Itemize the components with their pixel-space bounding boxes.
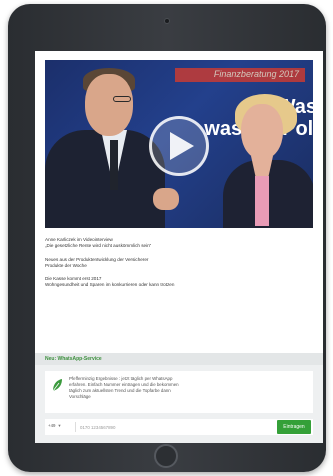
signup-form: +49 ▼ Eintragen — [45, 419, 313, 435]
message-line: Vorschläge — [69, 394, 91, 399]
tablet-frame: Finanzberatung 2017 Was was die Politi — [8, 4, 326, 472]
play-button[interactable] — [149, 116, 209, 176]
article-subtitle: „Die gesetzliche Rente wird nicht ausköm… — [45, 243, 152, 249]
play-icon — [170, 132, 194, 160]
leaf-icon — [52, 379, 62, 392]
interviewer-hand — [153, 188, 179, 210]
section-header: Neu: WhatsApp-Service — [35, 353, 323, 365]
chevron-down-icon: ▼ — [57, 423, 62, 428]
interviewer-tie — [110, 140, 118, 190]
home-button[interactable] — [154, 444, 178, 468]
article-item[interactable]: Anne Karliczek im Videointerview „Die ge… — [45, 237, 313, 250]
article-subtitle: Wohngesundheit und Sparen im konkurriere… — [45, 282, 175, 288]
interviewee-head — [241, 104, 283, 160]
article-subtitle: Produkte der Woche — [45, 262, 87, 268]
interviewer-head — [85, 74, 133, 136]
submit-button[interactable]: Eintragen — [277, 420, 311, 434]
whatsapp-message: Pfefferminzig Ergebnisse : jetzt täglich… — [45, 371, 313, 413]
camera-icon — [164, 18, 170, 24]
video-player[interactable]: Finanzberatung 2017 Was was die Politi — [45, 60, 313, 228]
interviewee-top — [255, 176, 269, 226]
article-list: Anne Karliczek im Videointerview „Die ge… — [45, 237, 313, 296]
interviewer-glasses — [113, 96, 131, 102]
country-code: +49 — [48, 423, 56, 428]
message-text: Pfefferminzig Ergebnisse : jetzt täglich… — [69, 376, 299, 400]
phone-number-input[interactable] — [75, 422, 271, 432]
article-item[interactable]: Neues aus der Produktentwicklung der Ver… — [45, 257, 313, 270]
video-banner: Finanzberatung 2017 — [175, 68, 305, 82]
whatsapp-service-section: Neu: WhatsApp-Service Pfefferminzig Erge… — [35, 353, 323, 443]
country-code-select[interactable]: +49 ▼ — [48, 423, 61, 428]
article-item[interactable]: Die Kasse kommt erst 2017 Wohngesundheit… — [45, 276, 313, 289]
video-banner-text: Finanzberatung 2017 — [213, 69, 299, 79]
screen: Finanzberatung 2017 Was was die Politi — [35, 51, 323, 443]
